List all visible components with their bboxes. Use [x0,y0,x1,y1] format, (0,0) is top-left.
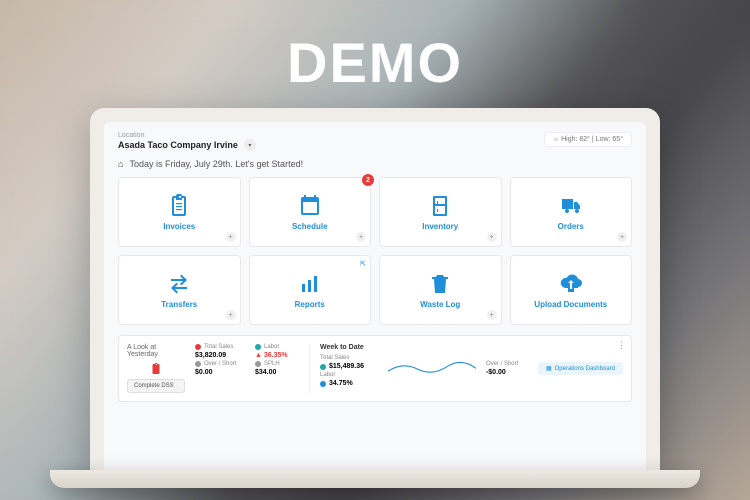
total-sales-value: $3,820.09 [195,352,245,359]
label: Over / Short [204,361,236,367]
ops-button-label: Operations Dashboard [555,366,615,372]
plus-icon[interactable]: + [226,232,236,242]
weather-icon: ☼ [553,136,559,143]
tile-invoices[interactable]: Invoices + [118,177,241,247]
notification-badge: 2 [362,174,374,186]
summary-panel: ⋮ A Look at Yesterday Complete DSS Total… [118,335,632,402]
tile-grid: Invoices + 2 Schedule + Inventory + Orde… [118,177,632,325]
plus-icon[interactable]: + [487,232,497,242]
weather-pill: ☼ High: 82° | Low: 65° [544,132,632,147]
plus-icon[interactable]: + [226,310,236,320]
tile-label: Transfers [161,300,197,309]
tile-label: Waste Log [420,300,460,309]
wtd-sales: $15,489.36 [329,363,364,370]
laptop-frame: Location Asada Taco Company Irvine ▾ ☼ H… [90,108,660,474]
plus-icon[interactable]: + [356,232,366,242]
wtd-labor: 34.75% [329,380,353,387]
location-label: Location [118,132,256,139]
operations-dashboard-button[interactable]: ▦ Operations Dashboard [538,362,623,375]
greeting-row: ⌂ Today is Friday, July 29th. Let's get … [118,159,632,169]
tile-label: Orders [558,222,584,231]
label: SPLH [264,361,280,367]
tile-label: Inventory [422,222,458,231]
label: Over / Short [486,361,528,367]
trash-icon [428,272,452,296]
external-link-icon: ⇱ [360,260,366,268]
calendar-icon [298,194,322,218]
clipboard-icon [167,194,191,218]
location-name: Asada Taco Company Irvine [118,140,238,150]
check-clipboard-icon [150,362,162,374]
app-screen: Location Asada Taco Company Irvine ▾ ☼ H… [104,122,646,474]
over-short-value: $0.00 [195,369,245,376]
home-icon: ⌂ [118,159,123,169]
fridge-icon [428,194,452,218]
label: Total Sales [204,344,233,350]
greeting-text: Today is Friday, July 29th. Let's get St… [129,159,303,169]
location-dropdown-button[interactable]: ▾ [244,139,256,151]
tile-label: Upload Documents [534,300,607,309]
transfer-icon [167,272,191,296]
tile-schedule[interactable]: 2 Schedule + [249,177,372,247]
truck-icon [559,194,583,218]
plus-icon[interactable]: + [487,310,497,320]
labor-pct: ▲ 36.35% [255,352,299,359]
yesterday-title: A Look at Yesterday [127,344,185,358]
weather-text: High: 82° | Low: 65° [561,136,623,143]
label: Labor [264,344,279,350]
label: Labor [320,372,335,378]
upload-cloud-icon [559,272,583,296]
tile-waste-log[interactable]: Waste Log + [379,255,502,325]
topbar: Location Asada Taco Company Irvine ▾ ☼ H… [118,132,632,151]
bar-chart-icon [298,272,322,296]
tile-label: Schedule [292,222,328,231]
demo-watermark: DEMO [287,30,463,95]
tile-label: Reports [295,300,325,309]
tile-transfers[interactable]: Transfers + [118,255,241,325]
label: Total Sales [320,355,349,361]
tile-reports[interactable]: ⇱ Reports [249,255,372,325]
tile-upload-documents[interactable]: Upload Documents [510,255,633,325]
wtd-over-short: -$0.00 [486,369,528,376]
tile-inventory[interactable]: Inventory + [379,177,502,247]
plus-icon[interactable]: + [617,232,627,242]
tile-orders[interactable]: Orders + [510,177,633,247]
kebab-menu-icon[interactable]: ⋮ [617,340,625,351]
grid-icon: ▦ [546,365,552,372]
wtd-title: Week to Date [320,344,378,351]
tile-label: Invoices [163,222,195,231]
splh-value: $34.00 [255,369,299,376]
sparkline-chart [388,354,476,384]
complete-dss-button[interactable]: Complete DSS [127,379,185,393]
